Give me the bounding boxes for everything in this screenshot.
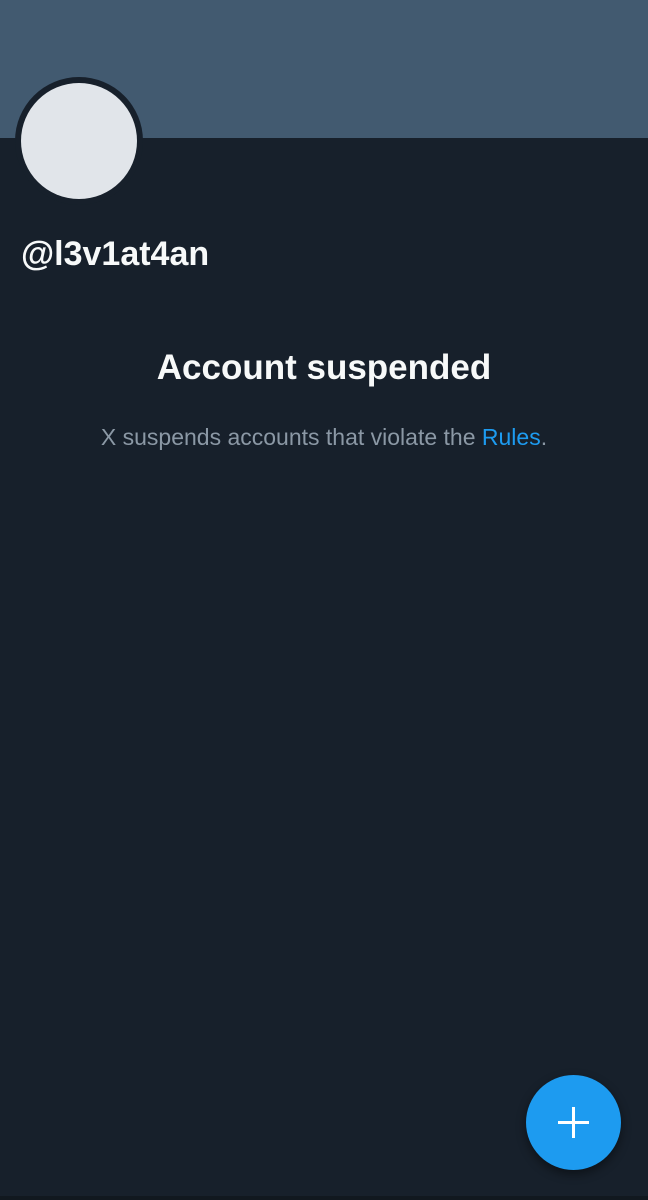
profile-handle: @l3v1at4an — [21, 235, 210, 273]
profile-page: @l3v1at4an Account suspended X suspends … — [0, 0, 648, 1200]
suspended-message-text: X suspends accounts that violate the — [100, 424, 482, 450]
bottom-divider — [0, 1196, 648, 1200]
avatar[interactable] — [21, 83, 137, 199]
rules-link[interactable]: Rules — [482, 424, 541, 450]
suspended-message-period: . — [540, 424, 548, 450]
suspended-message: X suspends accounts that violate the Rul… — [0, 422, 648, 452]
suspended-title: Account suspended — [156, 348, 492, 387]
plus-icon — [558, 1107, 589, 1138]
compose-button[interactable] — [526, 1075, 621, 1170]
